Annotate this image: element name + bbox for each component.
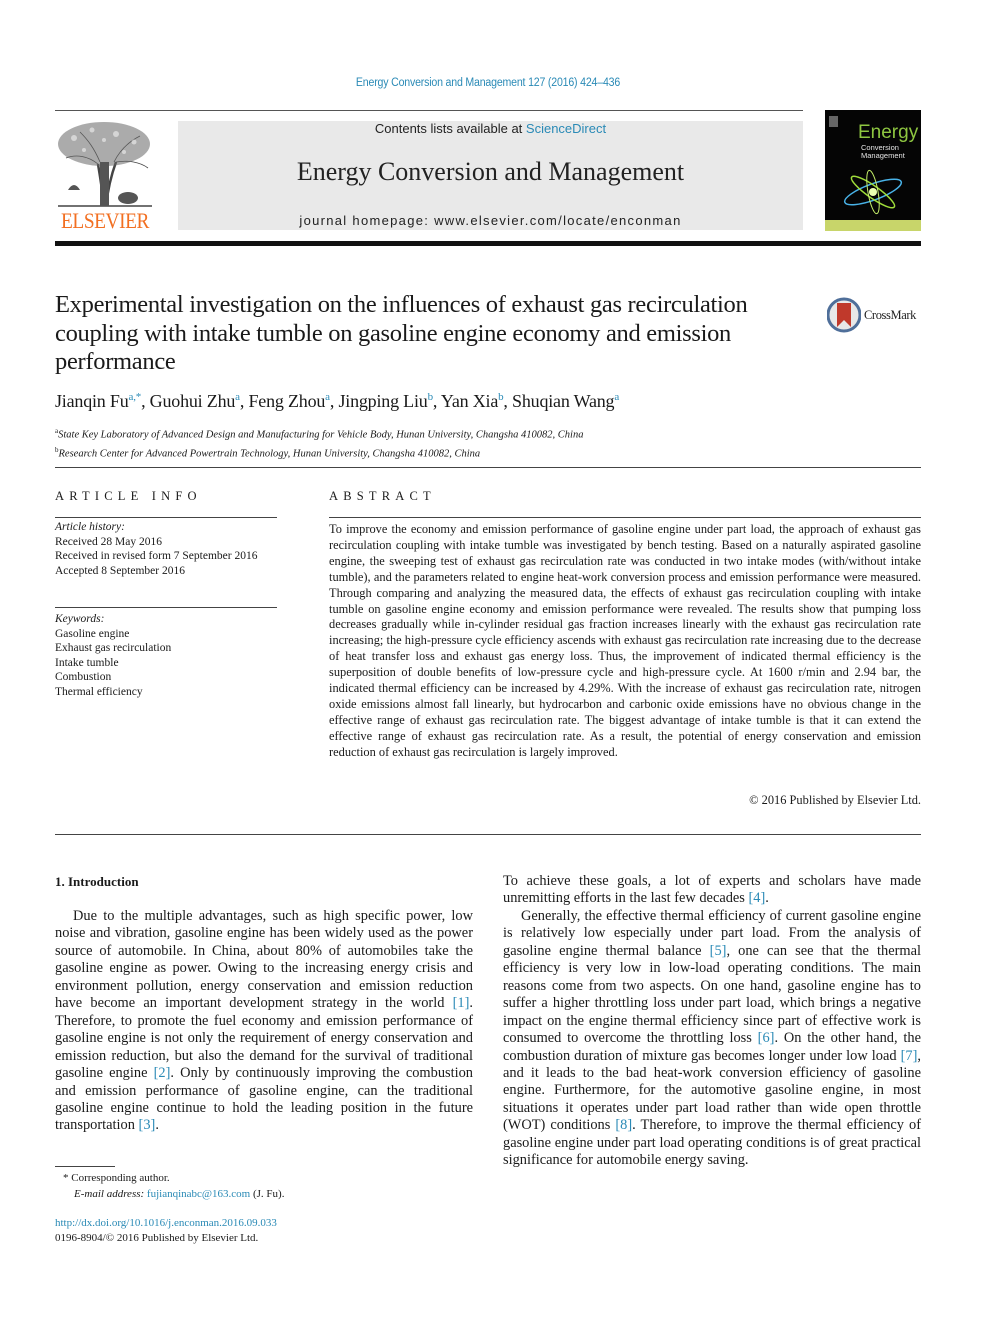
crossmark-label: CrossMark	[864, 308, 916, 322]
author-name[interactable]: Yan Xia	[441, 391, 498, 411]
section-heading-introduction: 1. Introduction	[55, 874, 139, 889]
article-title: Experimental investigation on the influe…	[55, 291, 748, 375]
citation-link[interactable]: [7]	[901, 1048, 918, 1064]
affiliation-item: aState Key Laboratory of Advanced Design…	[55, 424, 583, 443]
keywords: Keywords: Gasoline engine Exhaust gas re…	[55, 612, 171, 699]
elsevier-logo[interactable]: ELSEVIER	[54, 118, 156, 234]
author-affiliation-mark[interactable]: a,*	[129, 391, 142, 403]
journal-reference-link[interactable]: Energy Conversion and Management 127 (20…	[39, 77, 937, 89]
journal-cover-thumbnail[interactable]: Energy Conversion Management	[825, 110, 921, 231]
keywords-divider	[55, 607, 277, 608]
citation-link[interactable]: [4]	[749, 890, 766, 906]
email-note: E-mail address: fujianqinabc@163.com (J.…	[55, 1186, 284, 1202]
author-name[interactable]: Jingping Liu	[338, 391, 427, 411]
cover-subtitle: Conversion Management	[861, 143, 905, 160]
citation-link[interactable]: [5]	[710, 943, 727, 959]
elsevier-tree-icon	[58, 122, 152, 207]
publisher-mark-icon	[829, 116, 838, 127]
article-info-heading: ARTICLE INFO	[55, 489, 202, 503]
abstract-copyright: © 2016 Published by Elsevier Ltd.	[749, 793, 921, 807]
elsevier-wordmark: ELSEVIER	[61, 208, 149, 233]
abstract-text: To improve the economy and emission perf…	[329, 522, 921, 759]
author-name[interactable]: Jianqin Fu	[55, 391, 129, 411]
citation-link[interactable]: [3]	[139, 1117, 156, 1133]
intro-paragraph-1: Due to the multiple advantages, such as …	[55, 908, 473, 1135]
author-name[interactable]: Guohui Zhu	[150, 391, 236, 411]
issn-copyright: 0196-8904/© 2016 Published by Elsevier L…	[55, 1232, 259, 1244]
affiliations: aState Key Laboratory of Advanced Design…	[55, 424, 583, 461]
history-accepted: Accepted 8 September 2016	[55, 564, 185, 577]
author-affiliation-mark[interactable]: a	[614, 391, 619, 403]
article-history: Article history: Received 28 May 2016 Re…	[55, 520, 257, 578]
keyword-item: Thermal efficiency	[55, 685, 143, 698]
citation-link[interactable]: [1]	[453, 995, 470, 1011]
journal-title[interactable]: Energy Conversion and Management	[178, 157, 803, 187]
email-link[interactable]: fujianqinabc@163.com	[147, 1188, 250, 1200]
intro-paragraph-1-continued: To achieve these goals, a lot of experts…	[503, 873, 921, 908]
affiliation-item: bResearch Center for Advanced Powertrain…	[55, 443, 583, 462]
keywords-label: Keywords:	[55, 613, 105, 625]
author-name[interactable]: Feng Zhou	[248, 391, 325, 411]
journal-masthead: Contents lists available at ScienceDirec…	[178, 121, 803, 230]
affiliations-divider	[55, 467, 921, 468]
author-name[interactable]: Shuqian Wang	[512, 391, 615, 411]
contents-availability: Contents lists available at ScienceDirec…	[178, 121, 803, 136]
body-column-left: Due to the multiple advantages, such as …	[55, 908, 473, 1135]
body-text: To achieve these goals, a lot of experts…	[503, 873, 921, 907]
top-divider	[55, 110, 803, 111]
keyword-item: Exhaust gas recirculation	[55, 642, 172, 654]
author-affiliation-mark[interactable]: b	[498, 391, 504, 403]
intro-paragraph-2: Generally, the effective thermal efficie…	[503, 908, 921, 1170]
body-column-right: To achieve these goals, a lot of experts…	[503, 873, 921, 1170]
history-revised: Received in revised form 7 September 201…	[55, 550, 258, 562]
footnote-divider	[55, 1166, 115, 1167]
sciencedirect-link[interactable]: ScienceDirect	[526, 121, 606, 136]
journal-homepage-link[interactable]: journal homepage: www.elsevier.com/locat…	[178, 213, 803, 228]
cover-title: Energy	[858, 122, 919, 143]
body-text: .	[765, 890, 769, 907]
citation-link[interactable]: [2]	[154, 1065, 171, 1081]
author-list: Jianqin Fua,*, Guohui Zhua, Feng Zhoua, …	[55, 391, 620, 411]
affiliation-text: Research Center for Advanced Powertrain …	[58, 448, 481, 459]
cover-energy-graphic-icon	[843, 169, 903, 215]
header-thick-divider	[55, 241, 921, 246]
author-affiliation-mark[interactable]: b	[428, 391, 434, 403]
history-received: Received 28 May 2016	[55, 535, 162, 548]
abstract-heading: ABSTRACT	[329, 489, 436, 503]
doi-block: http://dx.doi.org/10.1016/j.enconman.201…	[55, 1216, 277, 1246]
corresponding-author-note: * Corresponding author.	[63, 1172, 170, 1184]
body-text: .	[155, 1117, 159, 1134]
footnotes: * Corresponding author. E-mail address: …	[55, 1170, 284, 1202]
body-text: Due to the multiple advantages, such as …	[55, 908, 473, 1012]
author-affiliation-mark[interactable]: a	[325, 391, 330, 403]
citation-link[interactable]: [6]	[758, 1030, 775, 1046]
contents-prefix: Contents lists available at	[374, 121, 526, 136]
email-suffix: (J. Fu).	[250, 1188, 285, 1200]
crossmark-button[interactable]: CrossMark	[826, 297, 927, 333]
affiliation-text: State Key Laboratory of Advanced Design …	[58, 429, 584, 441]
cover-footer-strip	[825, 220, 921, 231]
email-label: E-mail address:	[74, 1188, 147, 1200]
abstract-divider	[329, 517, 921, 518]
history-label: Article history:	[55, 521, 125, 533]
abstract-end-divider	[55, 834, 921, 835]
keyword-item: Gasoline engine	[55, 627, 130, 640]
crossmark-icon	[826, 297, 862, 333]
keyword-item: Intake tumble	[55, 656, 119, 669]
doi-link[interactable]: http://dx.doi.org/10.1016/j.enconman.201…	[55, 1216, 277, 1231]
author-affiliation-mark[interactable]: a	[235, 391, 240, 403]
keyword-item: Combustion	[55, 671, 112, 683]
citation-link[interactable]: [8]	[615, 1117, 632, 1133]
article-info-divider	[55, 517, 277, 518]
